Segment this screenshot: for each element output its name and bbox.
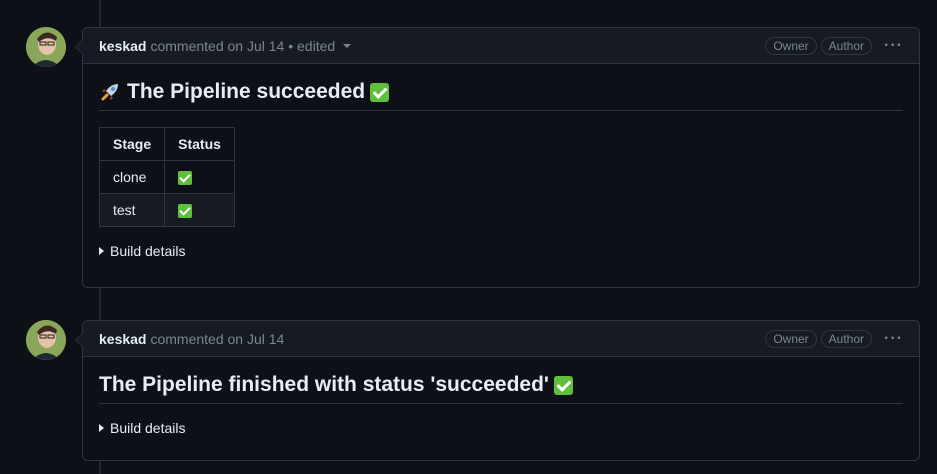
heading-text: The Pipeline finished with status 'succe… <box>99 373 549 396</box>
table-row: clone <box>98 160 235 194</box>
status-cell <box>164 193 235 227</box>
build-details-toggle[interactable]: Build details <box>99 243 903 275</box>
table-header-row: Stage Status <box>98 127 235 161</box>
status-cell <box>164 160 235 194</box>
comment-header: keskad commented on Jul 14 Owner Author … <box>83 321 919 357</box>
comment-heading: The Pipeline finished with status 'succe… <box>99 373 903 404</box>
check-emoji-icon <box>370 82 390 102</box>
kebab-menu-icon[interactable]: ··· <box>884 37 903 54</box>
disclosure-triangle-icon <box>99 247 104 255</box>
comment-header: keskad commented on Jul 14 • edited Owne… <box>83 28 919 64</box>
table-row: test <box>98 193 235 227</box>
heading-text: The Pipeline succeeded <box>127 80 366 103</box>
owner-badge: Owner <box>765 36 817 55</box>
build-details-toggle[interactable]: Build details <box>99 420 903 452</box>
check-emoji-icon <box>553 375 573 395</box>
comment-body: The Pipeline finished with status 'succe… <box>83 357 919 452</box>
author-link[interactable]: keskad <box>99 38 146 54</box>
author-badge: Author <box>820 36 873 55</box>
build-details-label: Build details <box>110 420 186 436</box>
comment-meta[interactable]: commented on Jul 14 • edited <box>150 38 335 54</box>
comment-body: The Pipeline succeeded Stage Status clon… <box>83 64 919 275</box>
stage-cell: test <box>98 193 166 227</box>
kebab-menu-icon[interactable]: ··· <box>884 330 903 347</box>
disclosure-triangle-icon <box>99 424 104 432</box>
rocket-icon <box>99 81 121 103</box>
check-emoji-icon <box>178 204 193 219</box>
avatar[interactable] <box>26 320 66 360</box>
comment-heading: The Pipeline succeeded <box>99 80 903 111</box>
comment-card: keskad commented on Jul 14 Owner Author … <box>75 320 920 461</box>
edit-history-chevron-down-icon[interactable] <box>343 43 352 48</box>
column-header-stage: Stage <box>98 127 166 161</box>
owner-badge: Owner <box>765 329 817 348</box>
stage-cell: clone <box>98 160 166 194</box>
stage-table: Stage Status clone test <box>98 127 235 227</box>
check-emoji-icon <box>178 171 193 186</box>
avatar[interactable] <box>26 27 66 67</box>
column-header-status: Status <box>164 127 235 161</box>
author-link[interactable]: keskad <box>99 331 146 347</box>
build-details-label: Build details <box>110 243 186 259</box>
comment-meta[interactable]: commented on Jul 14 <box>150 331 284 347</box>
comment-card: keskad commented on Jul 14 • edited Owne… <box>75 27 920 288</box>
author-badge: Author <box>820 329 873 348</box>
